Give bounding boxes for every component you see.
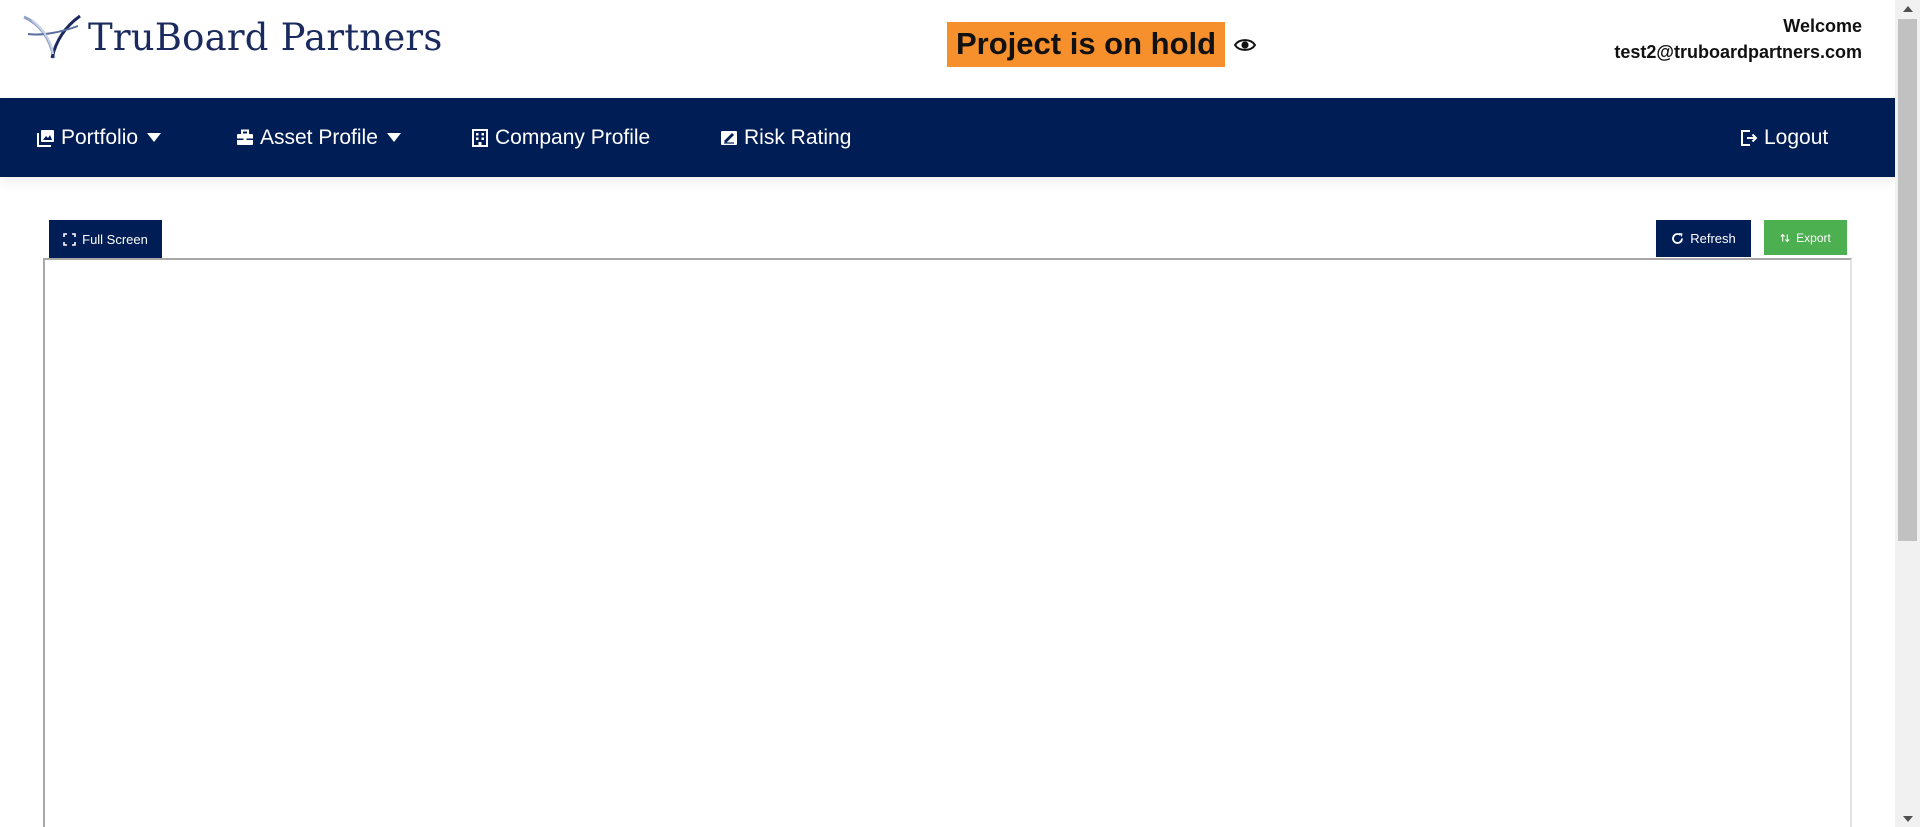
- logout-icon: [1741, 129, 1758, 146]
- page-scrollbar[interactable]: [1895, 0, 1920, 827]
- nav-label-asset-profile: Asset Profile: [260, 125, 378, 149]
- nav-item-risk-rating[interactable]: Risk Rating: [720, 98, 851, 177]
- chevron-down-icon: [147, 133, 162, 142]
- nav-label-portfolio: Portfolio: [61, 125, 139, 149]
- logout-button[interactable]: Logout: [1740, 98, 1828, 177]
- user-email: test2@truboardpartners.com: [1614, 42, 1862, 62]
- briefcase-icon: [237, 129, 253, 145]
- header: TruBoard Partners Project is on hold Wel…: [0, 0, 1895, 98]
- sort-arrows-icon: [1780, 233, 1790, 242]
- logo[interactable]: TruBoard Partners: [22, 12, 443, 62]
- project-status: Project is on hold: [947, 22, 1257, 67]
- nav-item-asset-profile[interactable]: Asset Profile: [236, 98, 401, 177]
- scroll-down-arrow-icon[interactable]: [1895, 810, 1920, 827]
- nav-item-portfolio[interactable]: Portfolio: [37, 98, 162, 177]
- refresh-icon: [1672, 233, 1684, 244]
- status-badge: Project is on hold: [947, 22, 1226, 67]
- nav-label-risk-rating: Risk Rating: [744, 125, 852, 149]
- full-screen-button[interactable]: Full Screen: [49, 220, 162, 258]
- scroll-thumb[interactable]: [1898, 19, 1917, 541]
- nav-label-company-profile: Company Profile: [495, 125, 651, 149]
- refresh-label: Refresh: [1690, 231, 1736, 246]
- report-frame[interactable]: [43, 258, 1852, 827]
- building-icon: [472, 128, 488, 147]
- signature-icon: [721, 130, 737, 145]
- logo-mark-icon: [23, 14, 81, 59]
- chevron-down-icon: [386, 133, 401, 142]
- main-navbar: Portfolio Asset Profile Company Profile …: [0, 98, 1895, 177]
- eye-icon[interactable]: [1234, 37, 1257, 53]
- welcome-label: Welcome: [1783, 16, 1862, 36]
- scroll-up-arrow-icon[interactable]: [1895, 0, 1920, 17]
- expand-icon: [63, 232, 76, 246]
- full-screen-label: Full Screen: [82, 231, 148, 247]
- logout-label: Logout: [1764, 125, 1829, 149]
- logo-text: TruBoard Partners: [88, 15, 443, 59]
- export-label: Export: [1796, 230, 1831, 245]
- user-greeting: Welcome test2@truboardpartners.com: [1614, 13, 1862, 65]
- portfolio-icon: [37, 129, 54, 147]
- refresh-button[interactable]: Refresh: [1656, 220, 1751, 257]
- page: TruBoard Partners Project is on hold Wel…: [0, 0, 1920, 827]
- export-button[interactable]: Export: [1764, 220, 1847, 255]
- nav-item-company-profile[interactable]: Company Profile: [471, 98, 650, 177]
